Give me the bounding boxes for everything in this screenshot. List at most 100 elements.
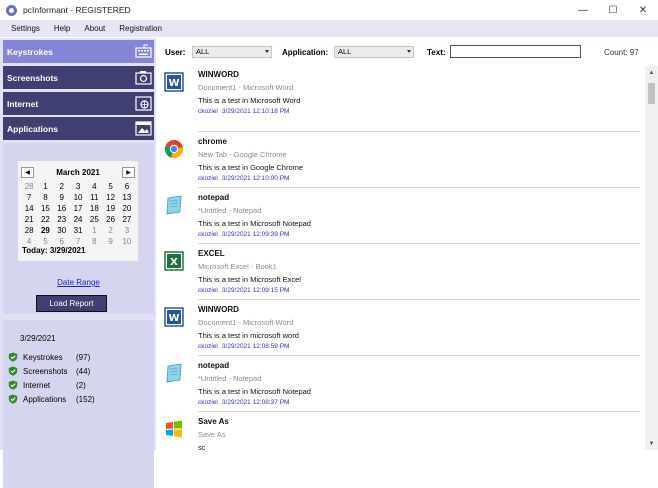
date-range-link[interactable]: Date Range [3, 278, 154, 287]
calendar-day[interactable]: 10 [119, 237, 135, 247]
text-filter-input[interactable] [450, 45, 581, 58]
calendar-day[interactable]: 16 [54, 204, 70, 214]
svg-text:W: W [168, 313, 179, 324]
nav-applications[interactable]: Applications [3, 117, 154, 140]
menu-registration[interactable]: Registration [112, 24, 169, 33]
calendar-day[interactable]: 6 [119, 182, 135, 192]
entry-window-title: Document1 - Microsoft Word [198, 318, 294, 327]
calendar-day[interactable]: 20 [119, 204, 135, 214]
calendar-day[interactable]: 9 [54, 193, 70, 203]
list-item[interactable]: Save As Save As sc [156, 413, 644, 450]
nav-internet[interactable]: Internet [3, 92, 154, 115]
calendar-day[interactable]: 29 [37, 226, 53, 236]
calendar-day[interactable]: 24 [70, 215, 86, 225]
calendar-day[interactable]: 22 [37, 215, 53, 225]
summary-count: (152) [76, 394, 95, 404]
calendar-day[interactable]: 19 [102, 204, 118, 214]
entry-user: ckoziel [198, 343, 218, 350]
calendar-day[interactable]: 9 [102, 237, 118, 247]
calendar-day[interactable]: 10 [70, 193, 86, 203]
calendar-day[interactable]: 27 [119, 215, 135, 225]
calendar-day[interactable]: 28 [21, 182, 37, 192]
menu-settings[interactable]: Settings [4, 24, 47, 33]
summary-row[interactable]: Screenshots (44) [8, 365, 90, 377]
summary-row[interactable]: Internet (2) [8, 379, 86, 391]
calendar-day[interactable]: 5 [102, 182, 118, 192]
nav-keystrokes-label: Keystrokes [7, 46, 53, 57]
calendar-day[interactable]: 31 [70, 226, 86, 236]
entry-text: sc [198, 443, 206, 450]
menu-about[interactable]: About [77, 24, 112, 33]
scroll-thumb[interactable] [648, 83, 655, 104]
entry-app: chrome [198, 137, 227, 146]
summary-count: (2) [76, 380, 86, 390]
internet-icon [135, 95, 152, 112]
list-item[interactable]: chrome New Tab - Google Chrome This is a… [156, 133, 644, 189]
close-button[interactable]: ✕ [628, 0, 658, 20]
summary-row[interactable]: Applications (152) [8, 393, 95, 405]
calendar-day[interactable]: 14 [21, 204, 37, 214]
entry-app: WINWORD [198, 70, 239, 79]
calendar-day[interactable]: 11 [86, 193, 102, 203]
calendar-day[interactable]: 28 [21, 226, 37, 236]
entry-user: ckoziel [198, 108, 218, 115]
list-item[interactable]: W WINWORD Document1 - Microsoft Word Thi… [156, 301, 644, 357]
menu-help[interactable]: Help [47, 24, 77, 33]
calendar-day[interactable]: 7 [21, 193, 37, 203]
application-filter-label: Application: [282, 48, 329, 57]
vertical-scrollbar[interactable]: ▲ ▼ [645, 66, 658, 450]
divider [198, 299, 640, 300]
list-item[interactable]: X EXCEL Microsoft Excel - Book1 This is … [156, 245, 644, 301]
calendar-day[interactable]: 3 [119, 226, 135, 236]
next-month-button[interactable]: ▶ [122, 167, 135, 178]
calendar-day[interactable]: 26 [102, 215, 118, 225]
calendar-day[interactable]: 2 [102, 226, 118, 236]
scroll-down-icon[interactable]: ▼ [645, 437, 658, 450]
minimize-button[interactable]: — [568, 0, 598, 20]
calendar-day[interactable]: 17 [70, 204, 86, 214]
maximize-button[interactable]: ☐ [598, 0, 628, 20]
calendar-day[interactable]: 30 [54, 226, 70, 236]
calendar-day[interactable]: 18 [86, 204, 102, 214]
entry-timestamp: 3/29/2021 12:08:59 PM [221, 343, 290, 350]
scroll-up-icon[interactable]: ▲ [645, 66, 658, 79]
calendar-day[interactable]: 1 [37, 182, 53, 192]
user-filter-select[interactable]: ALL [192, 46, 272, 58]
list-item[interactable]: notepad *Untitled - Notepad This is a te… [156, 189, 644, 245]
notepad-icon [166, 195, 182, 215]
nav-internet-label: Internet [7, 98, 39, 109]
keystroke-list: W WINWORD Document1 - Microsoft Word Thi… [156, 66, 644, 450]
entry-user: ckoziel [198, 399, 218, 406]
list-item[interactable]: W WINWORD Document1 - Microsoft Word Thi… [156, 66, 644, 122]
summary-label: Keystrokes [23, 352, 63, 362]
calendar-day[interactable]: 8 [37, 193, 53, 203]
list-item[interactable]: notepad *Untitled - Notepad This is a te… [156, 357, 644, 413]
chevron-down-icon [265, 50, 269, 53]
calendar-day[interactable]: 25 [86, 215, 102, 225]
summary-label: Applications [23, 394, 67, 404]
chevron-down-icon [407, 50, 411, 53]
calendar-day[interactable]: 3 [70, 182, 86, 192]
calendar-day[interactable]: 1 [86, 226, 102, 236]
entry-user: ckoziel [198, 175, 218, 182]
summary-row[interactable]: Keystrokes (97) [8, 351, 90, 363]
nav-screenshots[interactable]: Screenshots [3, 66, 154, 89]
calendar-day[interactable]: 4 [86, 182, 102, 192]
calendar-day[interactable]: 2 [54, 182, 70, 192]
window-controls: — ☐ ✕ [568, 0, 658, 20]
user-filter-value: ALL [196, 47, 210, 56]
nav-keystrokes[interactable]: Keystrokes [3, 40, 154, 63]
entry-text: This is a test in Microsoft Word [198, 96, 301, 105]
calendar-day[interactable]: 23 [54, 215, 70, 225]
application-filter-value: ALL [338, 47, 352, 56]
calendar-day[interactable]: 8 [86, 237, 102, 247]
calendar-today-label[interactable]: Today: 3/29/2021 [22, 246, 85, 255]
application-filter-select[interactable]: ALL [334, 46, 414, 58]
load-report-button[interactable]: Load Report [36, 295, 107, 312]
window-title: pcInformant - REGISTERED [23, 5, 131, 15]
calendar-day[interactable]: 21 [21, 215, 37, 225]
calendar-day[interactable]: 15 [37, 204, 53, 214]
calendar-day[interactable]: 13 [119, 193, 135, 203]
entry-window-title: *Untitled - Notepad [198, 206, 262, 215]
calendar-day[interactable]: 12 [102, 193, 118, 203]
